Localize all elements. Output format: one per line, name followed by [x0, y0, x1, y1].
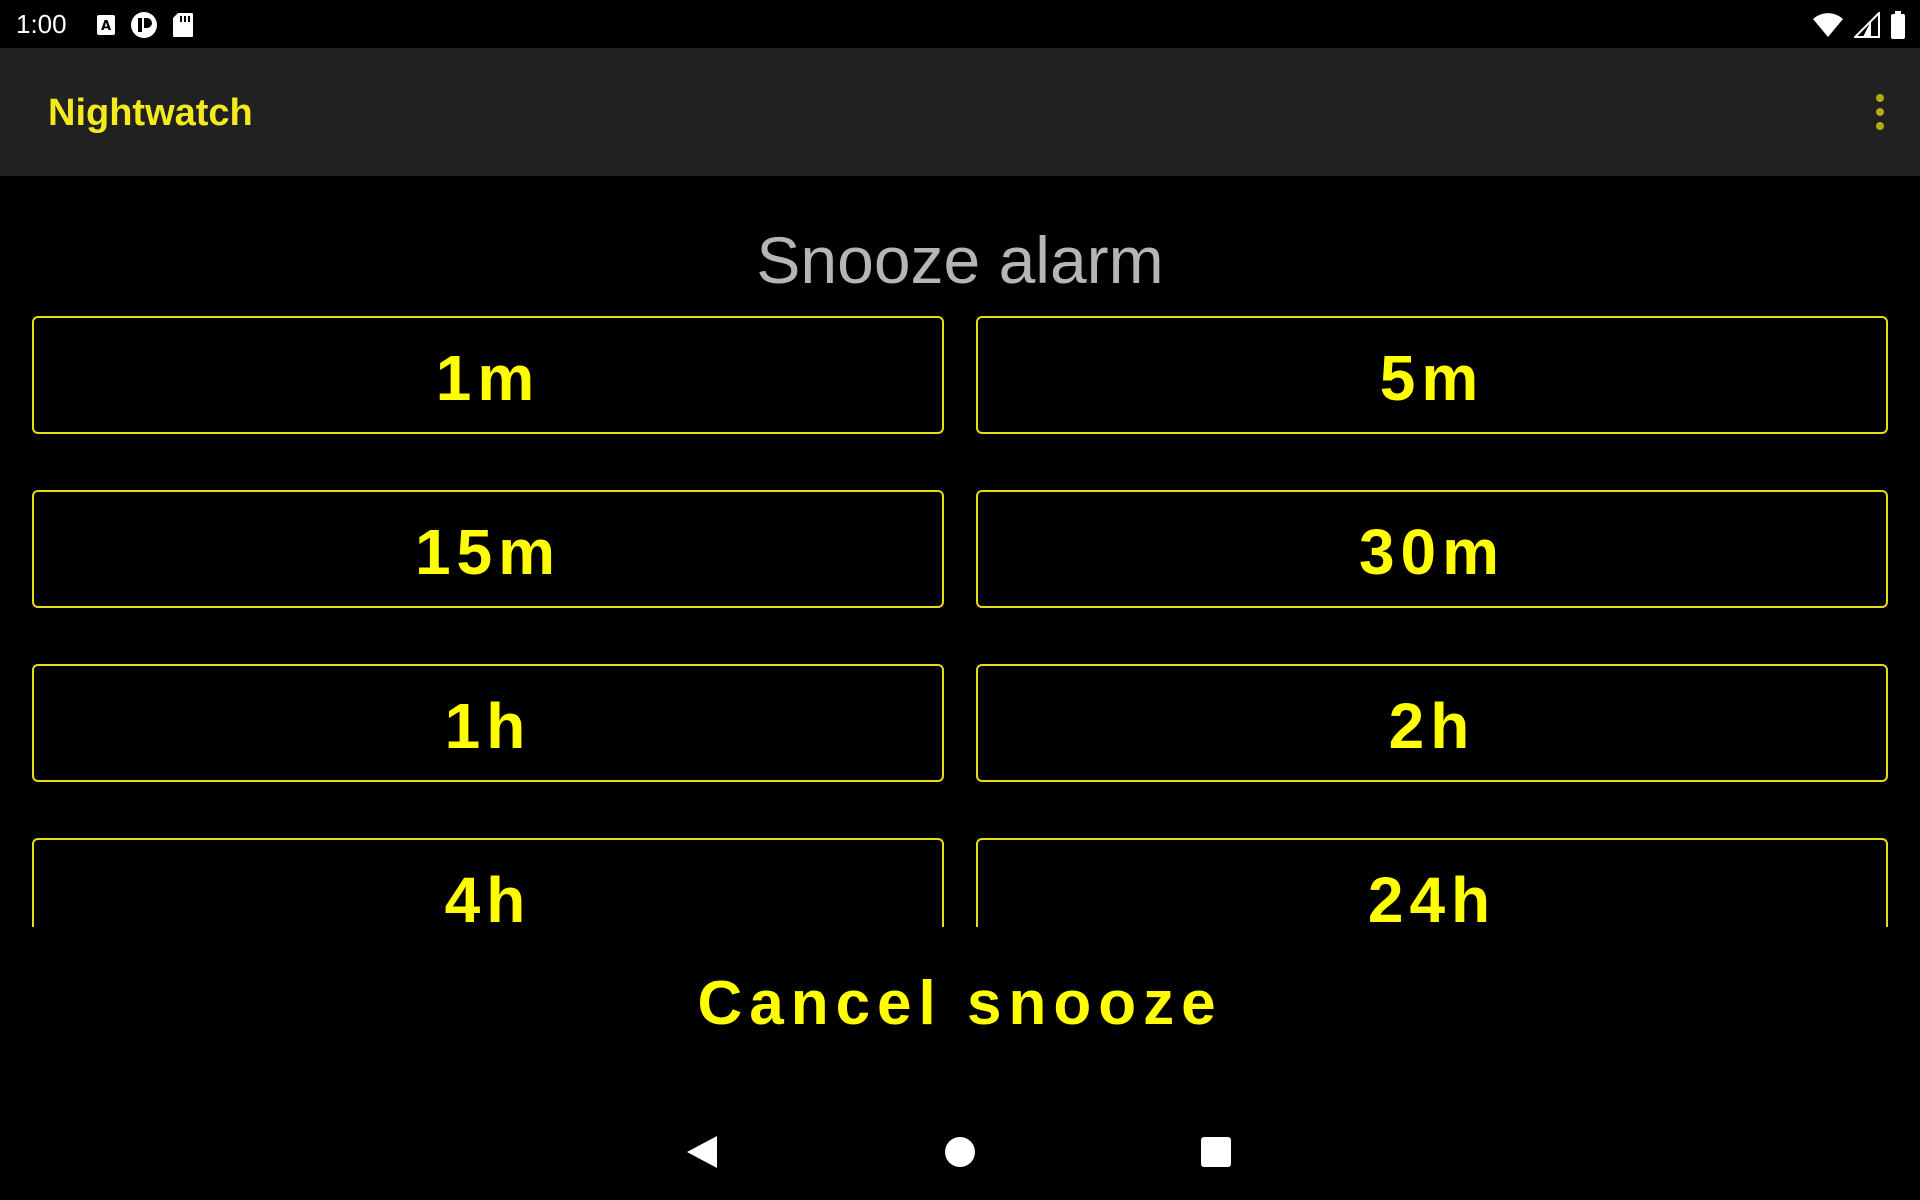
snooze-4h-button[interactable]: 4h [32, 838, 944, 927]
cell-signal-icon [1854, 12, 1880, 38]
cancel-snooze-button[interactable]: Cancel snooze [0, 964, 1920, 1044]
snooze-1m-button[interactable]: 1m [32, 316, 944, 434]
app-title: Nightwatch [48, 92, 253, 134]
keyboard-a-icon: A [96, 14, 116, 36]
status-time: 1:00 [16, 9, 67, 39]
wifi-icon [1812, 12, 1844, 38]
page-title: Snooze alarm [756, 223, 1164, 297]
snooze-30m-button[interactable]: 30m [976, 490, 1888, 608]
status-bar: 1:00 A [0, 0, 1920, 48]
snooze-24h-button[interactable]: 24h [976, 838, 1888, 927]
app-bar: Nightwatch [0, 48, 1920, 176]
snooze-1h-button[interactable]: 1h [32, 664, 944, 782]
home-icon[interactable] [934, 1126, 986, 1178]
more-vert-icon[interactable] [1856, 88, 1904, 136]
snooze-15m-button[interactable]: 15m [32, 490, 944, 608]
main-content: Snooze alarm 1m 5m 15m 30m 1h 2h 4h 24h … [0, 176, 1920, 1176]
snooze-options-grid: 1m 5m 15m 30m 1h 2h 4h 24h [32, 316, 1888, 927]
back-icon[interactable] [676, 1126, 728, 1178]
status-icons-right [1812, 11, 1906, 39]
svg-text:A: A [101, 19, 111, 34]
navigation-bar [0, 1104, 1920, 1200]
battery-icon [1890, 11, 1906, 39]
recents-icon[interactable] [1190, 1126, 1242, 1178]
snooze-options-scroll[interactable]: 1m 5m 15m 30m 1h 2h 4h 24h [32, 316, 1888, 927]
status-icons-left: A [96, 12, 194, 38]
app-notification-icon [130, 11, 158, 39]
sd-card-icon [172, 12, 194, 38]
snooze-5m-button[interactable]: 5m [976, 316, 1888, 434]
snooze-2h-button[interactable]: 2h [976, 664, 1888, 782]
